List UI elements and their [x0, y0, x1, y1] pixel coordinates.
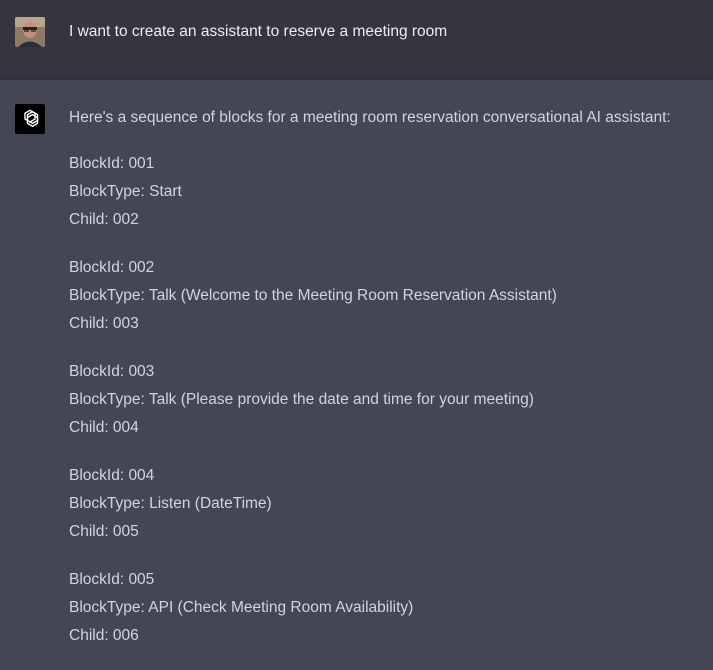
block-type: BlockType: API (Check Meeting Room Avail… — [69, 599, 414, 616]
user-avatar — [15, 17, 45, 47]
user-message-text: I want to create an assistant to reserve… — [69, 23, 448, 40]
block-id: BlockId: 004 — [69, 467, 155, 484]
user-message-row: I want to create an assistant to reserve… — [0, 0, 713, 80]
block-id: BlockId: 003 — [69, 363, 155, 380]
block-child: Child: 003 — [69, 315, 139, 332]
block-id: BlockId: 002 — [69, 259, 155, 276]
chatgpt-logo — [15, 104, 45, 134]
block-child: Child: 004 — [69, 419, 139, 436]
block-entry: BlockId: 003 BlockType: Talk (Please pro… — [69, 358, 709, 442]
assistant-intro: Here's a sequence of blocks for a meetin… — [69, 109, 671, 126]
block-child: Child: 002 — [69, 211, 139, 228]
user-avatar-icon — [15, 17, 45, 47]
block-id: BlockId: 005 — [69, 571, 155, 588]
block-entry: BlockId: 001 BlockType: Start Child: 002 — [69, 150, 709, 234]
assistant-message-row: Here's a sequence of blocks for a meetin… — [0, 80, 713, 663]
block-id: BlockId: 001 — [69, 155, 155, 172]
block-type: BlockType: Start — [69, 183, 182, 200]
block-entry: BlockId: 002 BlockType: Talk (Welcome to… — [69, 254, 709, 338]
assistant-message-content: Here's a sequence of blocks for a meetin… — [69, 106, 709, 670]
block-type: BlockType: Listen (DateTime) — [69, 495, 272, 512]
block-entry: BlockId: 005 BlockType: API (Check Meeti… — [69, 566, 709, 650]
block-child: Child: 006 — [69, 627, 139, 644]
block-type: BlockType: Talk (Please provide the date… — [69, 391, 534, 408]
block-child: Child: 005 — [69, 523, 139, 540]
block-type: BlockType: Talk (Welcome to the Meeting … — [69, 287, 557, 304]
block-entry: BlockId: 004 BlockType: Listen (DateTime… — [69, 462, 709, 546]
openai-icon — [24, 109, 39, 127]
